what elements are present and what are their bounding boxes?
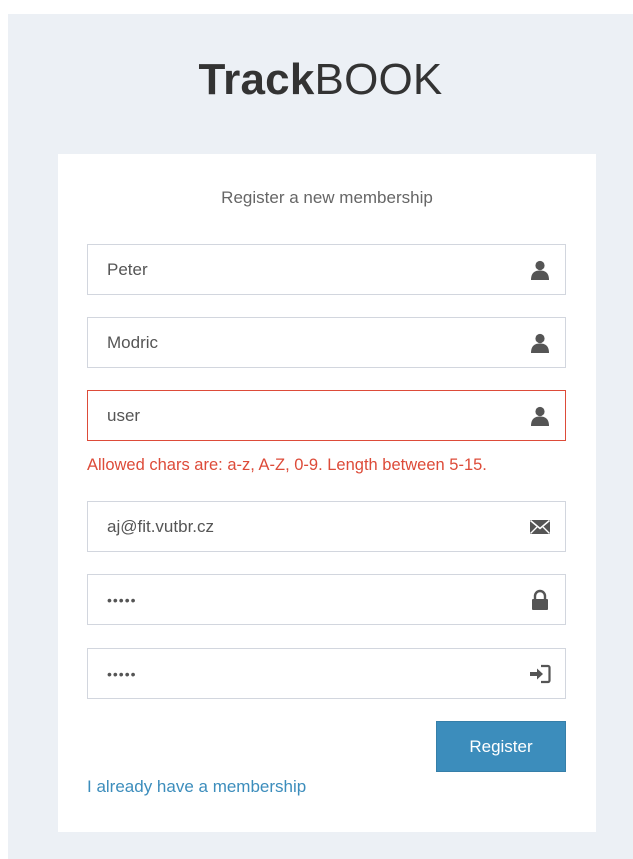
brand-logo-bold: Track [198, 55, 315, 104]
login-link[interactable]: I already have a membership [87, 777, 306, 797]
register-button[interactable]: Register [436, 721, 566, 772]
page-background: TrackBOOK Register a new membership Pete… [8, 14, 633, 859]
username-error-message: Allowed chars are: a-z, A-Z, 0-9. Length… [87, 456, 487, 474]
form-title: Register a new membership [221, 188, 433, 207]
brand-logo-light: BOOK [314, 55, 443, 104]
password-field [87, 574, 566, 625]
first-name-input[interactable] [88, 245, 565, 294]
password-input[interactable] [88, 575, 565, 624]
username-field [87, 390, 566, 441]
username-input[interactable] [88, 391, 565, 440]
email-field [87, 501, 566, 552]
email-input[interactable] [88, 502, 565, 551]
brand-logo: TrackBOOK [8, 54, 633, 106]
last-name-input[interactable] [88, 318, 565, 367]
first-name-field [87, 244, 566, 295]
password-confirm-input[interactable] [88, 649, 565, 698]
register-box: Register a new membership Allowed chars … [58, 154, 596, 832]
password-confirm-field [87, 648, 566, 699]
last-name-field [87, 317, 566, 368]
